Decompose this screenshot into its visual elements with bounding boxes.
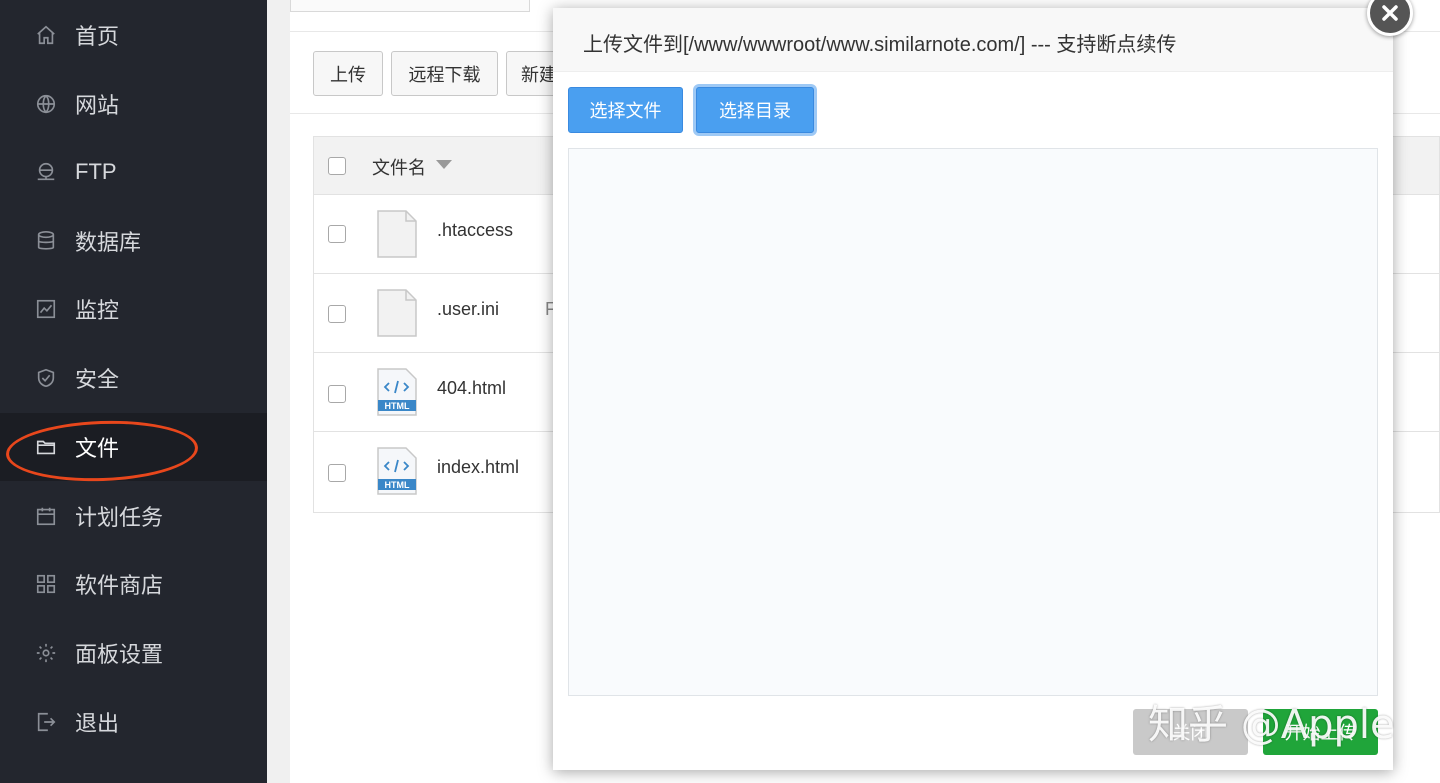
close-button[interactable]: 关闭 [1133, 709, 1248, 755]
dialog-title: 上传文件到[/www/wwwroot/www.similarnote.com/]… [583, 34, 1177, 56]
upload-dialog: 上传文件到[/www/wwwroot/www.similarnote.com/]… [553, 8, 1393, 770]
close-icon [1382, 5, 1398, 21]
select-file-button[interactable]: 选择文件 [568, 87, 683, 133]
select-directory-button[interactable]: 选择目录 [696, 87, 814, 133]
app-root: 首页 网站 FTP 数据库 监控 安全 文件 计划任务 软件商店 面板设置 退出… [0, 0, 1440, 783]
dialog-header: 上传文件到[/www/wwwroot/www.similarnote.com/]… [553, 8, 1393, 72]
upload-drop-zone[interactable] [568, 148, 1378, 696]
start-upload-button[interactable]: 开始上传 [1263, 709, 1378, 755]
